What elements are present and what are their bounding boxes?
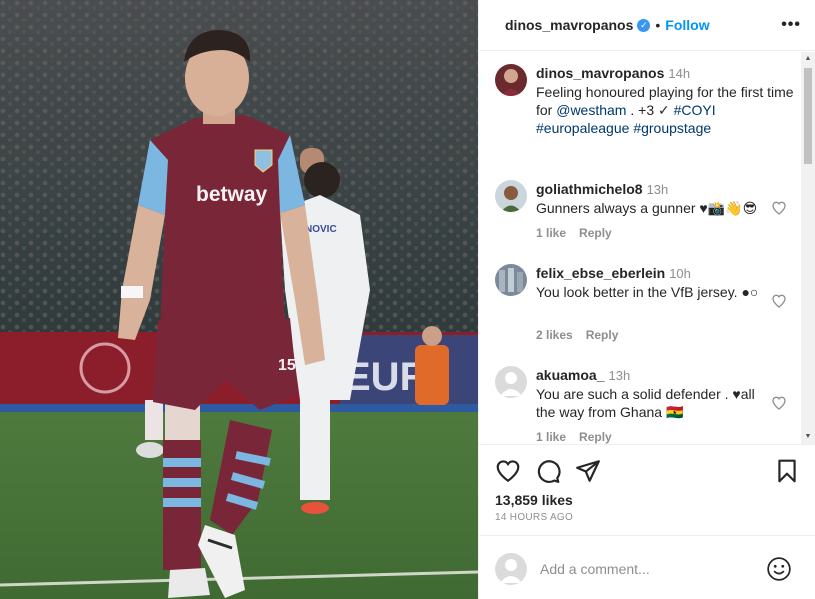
player-photo: EUR NOVIC 15 betway — [0, 0, 478, 599]
comment-likes[interactable]: 2 likes — [536, 328, 573, 342]
hashtag-europaleague[interactable]: #europaleague — [536, 120, 629, 136]
post-timestamp: 14 HOURS AGO — [495, 512, 574, 523]
comments-scrollbar[interactable]: ▲ ▼ — [801, 52, 815, 444]
separator-dot: • — [655, 17, 661, 33]
comment-username[interactable]: goliathmichelo8 — [536, 181, 643, 197]
comment-time: 10h — [669, 266, 691, 281]
comment-username[interactable]: akuamoa_ — [536, 367, 604, 383]
caption-author[interactable]: dinos_mavropanos — [536, 65, 664, 81]
scroll-up-icon[interactable]: ▲ — [801, 52, 815, 66]
comment-meta: 2 likes Reply — [536, 328, 631, 342]
scroll-down-icon[interactable]: ▼ — [801, 430, 815, 444]
shirt-number: 15 — [278, 357, 296, 374]
author-avatar[interactable] — [495, 64, 527, 96]
reply-button[interactable]: Reply — [586, 328, 619, 342]
caption-time: 14h — [668, 66, 691, 81]
comment-text: Gunners always a gunner ♥📸👋😎 — [536, 200, 758, 216]
comment-likes[interactable]: 1 like — [536, 430, 566, 444]
current-user-avatar — [495, 553, 527, 585]
commenter-avatar[interactable] — [495, 180, 527, 212]
scrollbar-thumb[interactable] — [804, 68, 812, 164]
jersey-sponsor: betway — [196, 183, 268, 206]
comment-time: 13h — [608, 368, 631, 383]
save-bookmark-icon[interactable] — [774, 458, 800, 484]
comment-time: 13h — [646, 182, 669, 197]
commenter-avatar[interactable] — [495, 264, 527, 296]
reply-button[interactable]: Reply — [579, 430, 612, 444]
verified-badge-icon: ✓ — [637, 18, 651, 32]
likes-count[interactable]: 13,859 likes — [495, 492, 573, 508]
caption-text-2: . +3 ✓ — [630, 102, 670, 118]
like-comment-icon[interactable] — [771, 200, 787, 216]
follow-button[interactable]: Follow — [665, 17, 709, 33]
commenter-avatar[interactable] — [495, 366, 527, 398]
comment-meta: 1 like Reply — [536, 430, 625, 444]
comment-username[interactable]: felix_ebse_eberlein — [536, 265, 665, 281]
post-photo[interactable]: EUR NOVIC 15 betway — [0, 0, 478, 599]
author-username[interactable]: dinos_mavropanos — [505, 17, 633, 33]
comment-meta: 1 like Reply — [536, 226, 625, 240]
comment-text: You are such a solid defender . ♥all the… — [536, 386, 755, 420]
hashtag-groupstage[interactable]: #groupstage — [633, 120, 711, 136]
like-comment-icon[interactable] — [771, 395, 787, 411]
comment-text: You look better in the VfB jersey. ●○ — [536, 284, 759, 300]
comment-icon[interactable] — [535, 458, 561, 484]
post-panel: dinos_mavropanos ✓ • Follow ••• dinos_ma… — [478, 0, 815, 599]
share-icon[interactable] — [575, 458, 601, 484]
caption-mention[interactable]: @westham — [556, 102, 626, 118]
comments-list[interactable]: dinos_mavropanos 14h Feeling honoured pla… — [479, 52, 801, 444]
add-comment-bar: Add a comment... — [479, 535, 815, 599]
like-comment-icon[interactable] — [771, 293, 787, 309]
add-comment-input[interactable]: Add a comment... — [540, 561, 650, 577]
more-options-icon[interactable]: ••• — [781, 16, 801, 34]
left-sock — [163, 440, 201, 570]
comment-likes[interactable]: 1 like — [536, 226, 566, 240]
post-header: dinos_mavropanos ✓ • Follow ••• — [479, 0, 815, 51]
emoji-icon[interactable] — [766, 556, 792, 582]
like-icon[interactable] — [495, 458, 521, 484]
opponent-name: NOVIC — [305, 224, 337, 235]
action-bar — [479, 444, 815, 497]
hashtag-coyi[interactable]: #COYI — [674, 102, 716, 118]
reply-button[interactable]: Reply — [579, 226, 612, 240]
